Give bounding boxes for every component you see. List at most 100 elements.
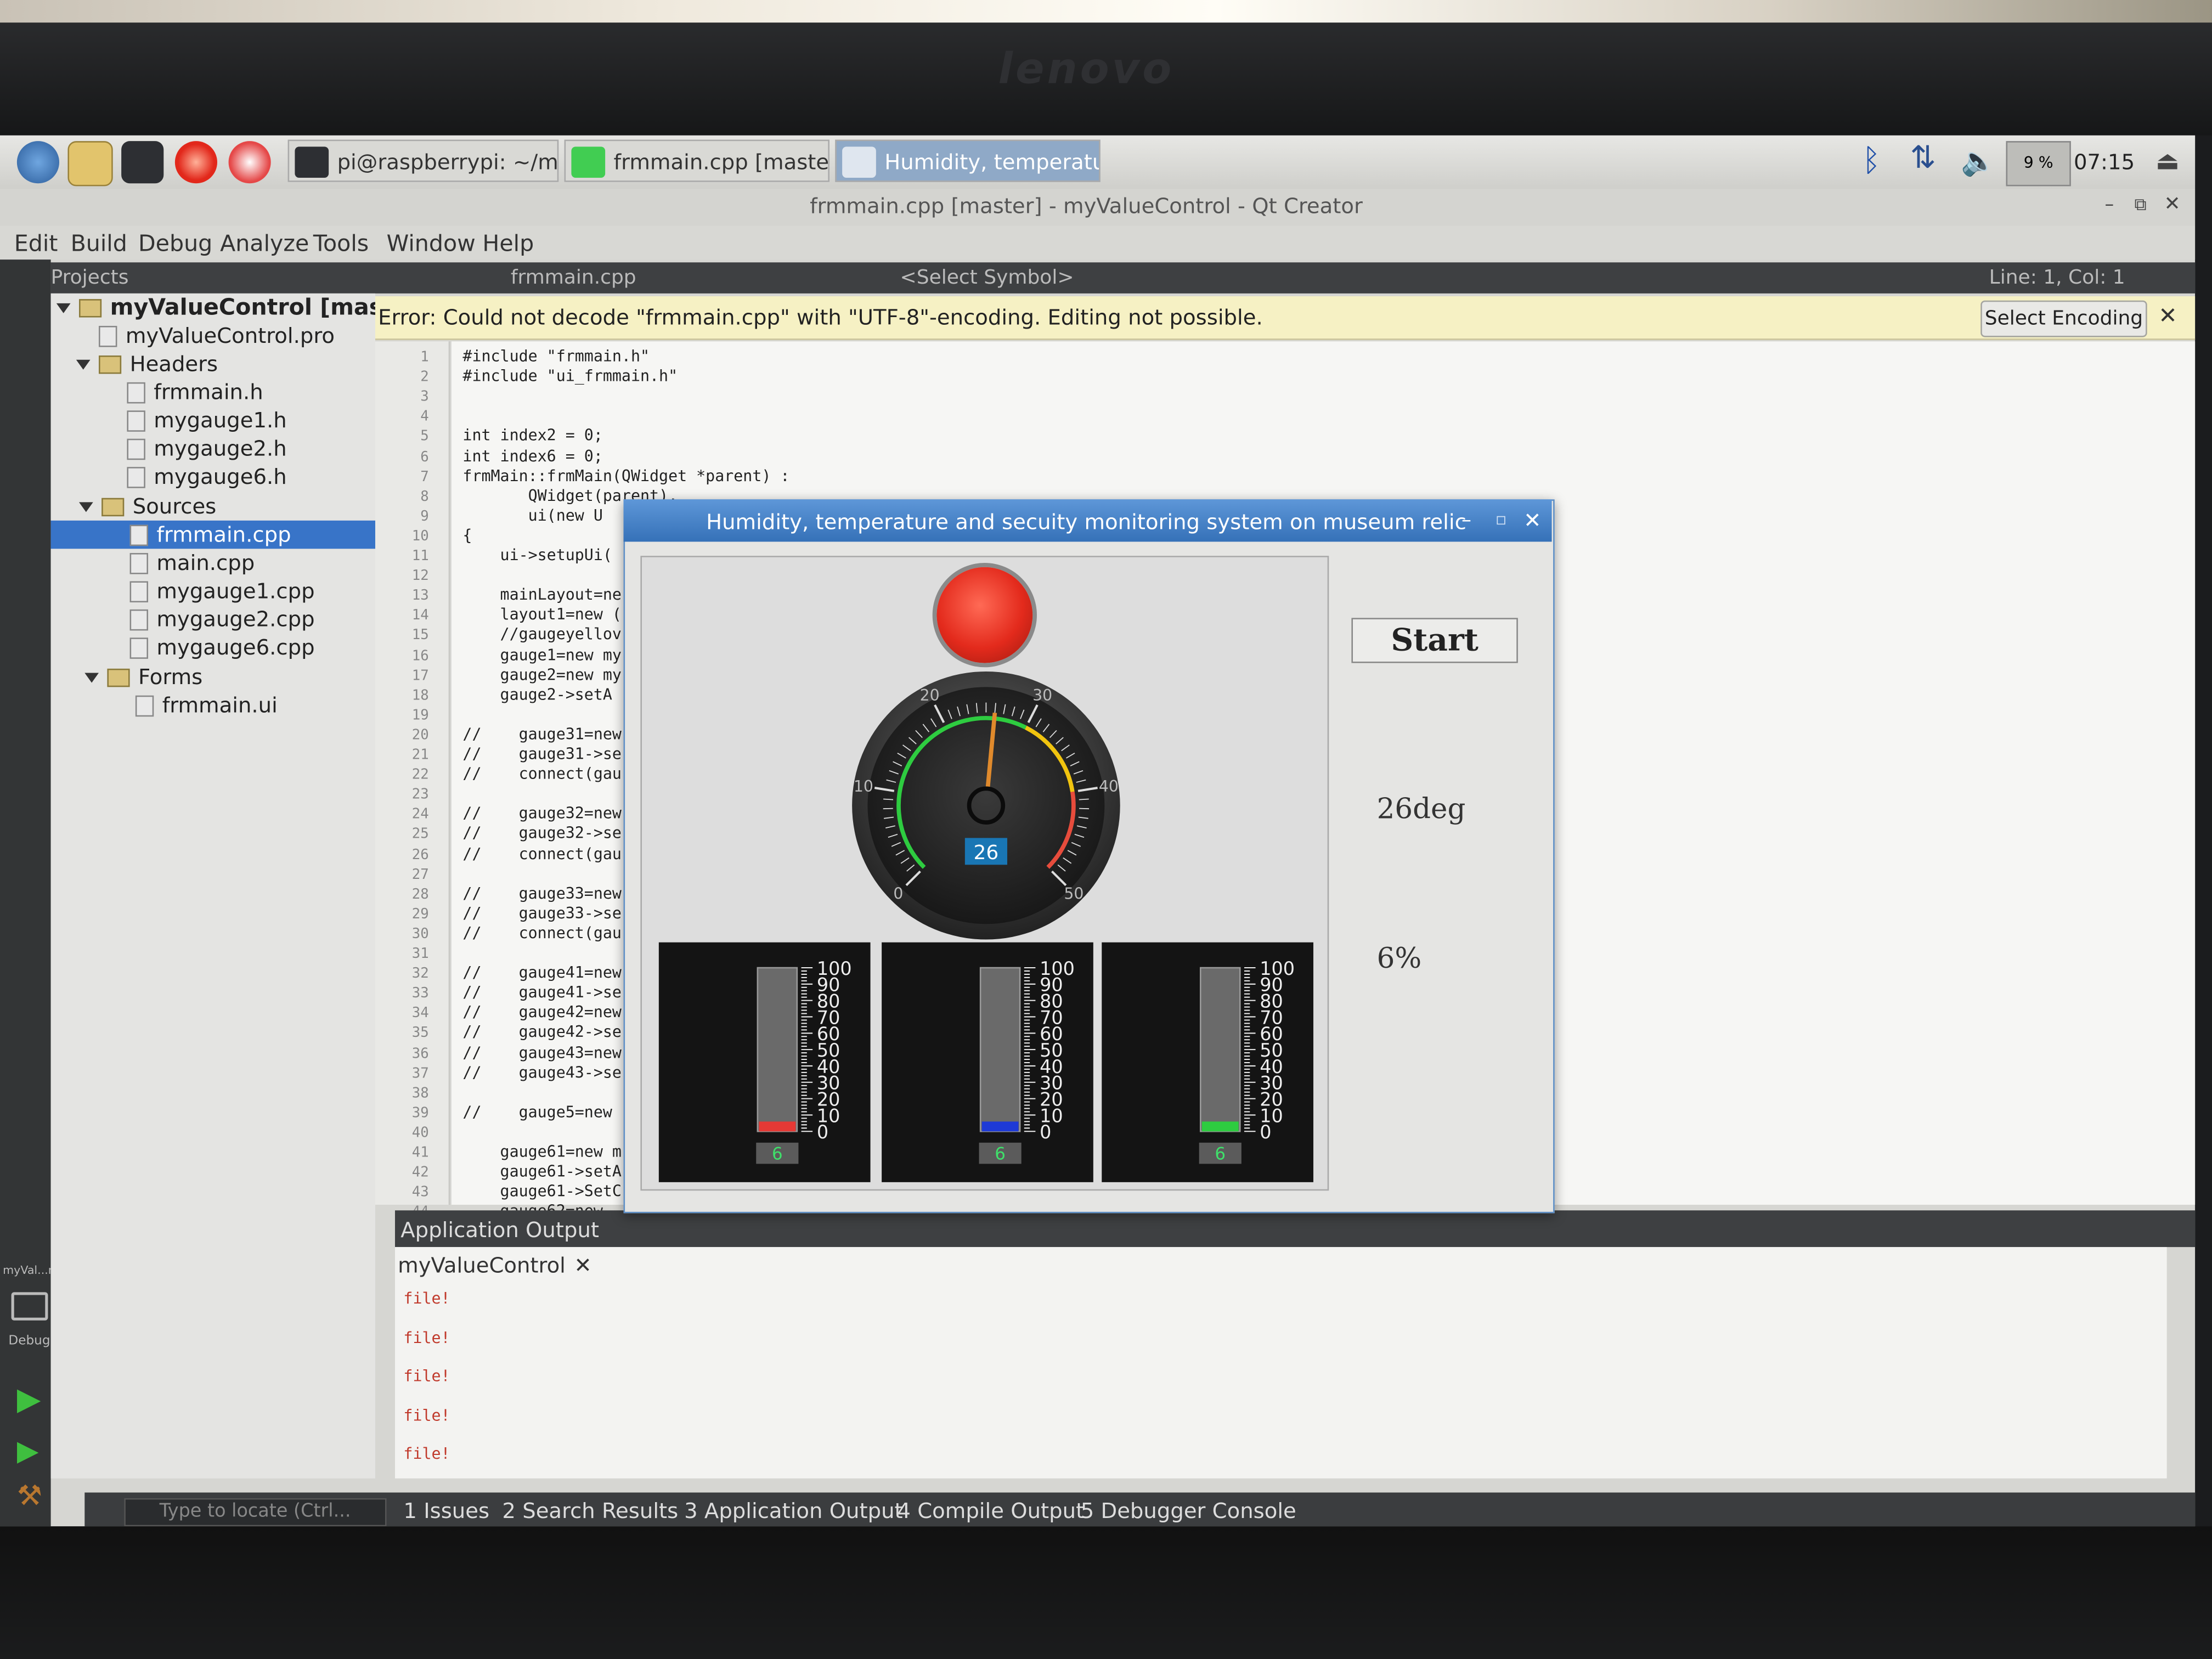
menu-analyze[interactable]: Analyze bbox=[220, 230, 309, 257]
terminal-icon[interactable] bbox=[121, 141, 164, 184]
tree-item-mygauge1-h[interactable]: mygauge1.h bbox=[127, 407, 287, 435]
line-number: 12 bbox=[411, 568, 429, 584]
output-toolbar: Application Output bbox=[394, 1210, 2196, 1248]
dialog-maximize-icon[interactable]: ▫ bbox=[1496, 509, 1507, 529]
gauge-tick-label: 20 bbox=[920, 686, 940, 704]
minimize-icon[interactable]: – bbox=[2105, 195, 2114, 216]
code-line: // connect(gau bbox=[462, 923, 622, 943]
menu-window[interactable]: Window bbox=[387, 230, 476, 257]
dialog-minimize-icon[interactable]: – bbox=[1462, 509, 1471, 532]
gauge-tick-label: 50 bbox=[1064, 885, 1084, 903]
menu-tools[interactable]: Tools bbox=[313, 230, 369, 257]
tree-folder-headers[interactable]: Headers bbox=[76, 350, 218, 378]
thermometer-1: 100 90 80 70 60 50 40 30 20 10 0 6 bbox=[658, 942, 871, 1182]
line-number: 14 bbox=[411, 608, 429, 624]
globe-icon[interactable] bbox=[16, 141, 59, 184]
open-file-combo[interactable]: frmmain.cpp bbox=[511, 267, 636, 289]
code-line: // gauge31=new bbox=[462, 725, 622, 743]
bluetooth-icon[interactable]: ᛒ bbox=[1862, 144, 1881, 179]
close-error-icon[interactable]: ✕ bbox=[2158, 302, 2177, 329]
line-number: 17 bbox=[411, 668, 429, 684]
menu-edit[interactable]: Edit bbox=[14, 230, 58, 257]
start-button[interactable]: Start bbox=[1351, 618, 1518, 663]
eject-icon[interactable]: ⏏ bbox=[2155, 146, 2180, 176]
code-line: ui->setupUi( bbox=[462, 546, 612, 565]
expand-icon bbox=[76, 359, 91, 370]
header-file-icon bbox=[127, 382, 145, 404]
line-number: 31 bbox=[411, 946, 429, 962]
source-file-icon bbox=[129, 524, 148, 546]
tree-item-mygauge6-h[interactable]: mygauge6.h bbox=[127, 462, 287, 490]
task-humidity-app[interactable]: Humidity, temperatur... bbox=[835, 139, 1101, 182]
code-line: // connect(gau bbox=[462, 844, 622, 863]
status-tab-issues[interactable]: 1 Issues bbox=[403, 1498, 489, 1523]
wolfram-icon[interactable] bbox=[228, 141, 271, 184]
volume-icon[interactable]: 🔈 bbox=[1961, 144, 1996, 178]
code-line: gauge1=new my bbox=[462, 645, 622, 664]
tree-item-frmmain-cpp[interactable]: frmmain.cpp bbox=[50, 520, 375, 549]
terminal-icon bbox=[295, 146, 329, 178]
close-icon[interactable]: ✕ bbox=[2164, 193, 2181, 216]
therm-scale-label: 0 bbox=[1260, 1121, 1271, 1143]
tree-item-mygauge2-h[interactable]: mygauge2.h bbox=[127, 435, 287, 462]
network-icon[interactable]: ⇅ bbox=[1910, 141, 1936, 176]
status-tab-compile[interactable]: 4 Compile Output bbox=[897, 1498, 1084, 1523]
mathematica-icon[interactable] bbox=[174, 141, 217, 184]
line-number: 8 bbox=[420, 489, 429, 505]
project-icon bbox=[78, 299, 102, 318]
maximize-icon[interactable]: ⧉ bbox=[2135, 195, 2147, 216]
therm-value-label: 6 bbox=[1215, 1144, 1226, 1164]
locator-input[interactable]: Type to locate (Ctrl... bbox=[124, 1498, 387, 1527]
status-tab-search[interactable]: 2 Search Results bbox=[502, 1498, 678, 1523]
output-title: Application Output bbox=[400, 1217, 600, 1243]
tree-item-pro[interactable]: myValueControl.pro bbox=[98, 321, 335, 349]
code-line: // gauge31->se bbox=[462, 744, 622, 764]
tree-item-mygauge6-cpp[interactable]: mygauge6.cpp bbox=[129, 634, 315, 662]
menu-debug[interactable]: Debug bbox=[138, 230, 212, 257]
line-number: 34 bbox=[411, 1006, 429, 1022]
status-tab-debugger[interactable]: 5 Debugger Console bbox=[1081, 1498, 1296, 1523]
symbol-combo[interactable]: <Select Symbol> bbox=[900, 267, 1074, 289]
run-icon[interactable]: ▶ bbox=[17, 1383, 41, 1418]
close-tab-icon[interactable]: ✕ bbox=[574, 1252, 591, 1278]
tree-item-mygauge1-cpp[interactable]: mygauge1.cpp bbox=[129, 577, 315, 605]
tree-item-frmmain-ui[interactable]: frmmain.ui bbox=[135, 691, 278, 719]
thermometer-3-svg: 10090807060504030201006 bbox=[1199, 958, 1295, 1164]
menu-build[interactable]: Build bbox=[71, 230, 127, 257]
status-tab-app-output[interactable]: 3 Application Output bbox=[684, 1498, 903, 1523]
output-line: file! bbox=[403, 1444, 450, 1463]
code-line: // gauge41->se bbox=[462, 983, 622, 1002]
dialog-close-icon[interactable]: ✕ bbox=[1523, 508, 1541, 533]
task-qtcreator[interactable]: frmmain.cpp [master]... bbox=[564, 139, 830, 182]
tree-item-frmmain-h[interactable]: frmmain.h bbox=[127, 378, 263, 406]
header-file-icon bbox=[127, 410, 145, 432]
humidity-readout: 6% bbox=[1376, 941, 1422, 975]
build-hammer-icon[interactable]: ⚒ bbox=[17, 1479, 42, 1513]
menu-help[interactable]: Help bbox=[482, 230, 534, 257]
window-icon bbox=[842, 146, 876, 178]
tree-item-mygauge2-cpp[interactable]: mygauge2.cpp bbox=[129, 605, 315, 633]
tree-folder-forms[interactable]: Forms bbox=[84, 663, 202, 691]
code-line: int index6 = 0; bbox=[462, 446, 603, 465]
code-line: // gauge43->se bbox=[462, 1063, 622, 1082]
monitor-icon[interactable] bbox=[11, 1292, 48, 1321]
application-output[interactable]: file! file! file! file! file! bbox=[394, 1247, 2167, 1479]
therm-level bbox=[981, 1121, 1019, 1132]
code-line: //gaugeyellov bbox=[462, 625, 622, 644]
output-tab[interactable]: myValueControl ✕ bbox=[398, 1252, 601, 1284]
tree-item-main-cpp[interactable]: main.cpp bbox=[129, 549, 255, 577]
source-file-icon bbox=[129, 637, 148, 659]
cursor-position: Line: 1, Col: 1 bbox=[1989, 266, 2125, 290]
tree-folder-sources[interactable]: Sources bbox=[78, 492, 216, 520]
select-encoding-button[interactable]: Select Encoding bbox=[1980, 300, 2147, 337]
folder-icon[interactable] bbox=[67, 141, 113, 187]
line-number: 28 bbox=[411, 887, 429, 902]
code-line: // gauge42->se bbox=[462, 1023, 622, 1042]
tree-root[interactable]: myValueControl [master] bbox=[56, 294, 430, 321]
debug-run-icon[interactable]: ▶ bbox=[17, 1434, 39, 1468]
code-line: // gauge32=new bbox=[462, 804, 622, 823]
task-terminal[interactable]: pi@raspberrypi: ~/my... bbox=[287, 139, 559, 182]
folder-icon bbox=[98, 355, 122, 374]
projects-header: Projects bbox=[50, 262, 375, 294]
project-tree: myValueControl [master] myValueControl.p… bbox=[50, 293, 430, 1479]
